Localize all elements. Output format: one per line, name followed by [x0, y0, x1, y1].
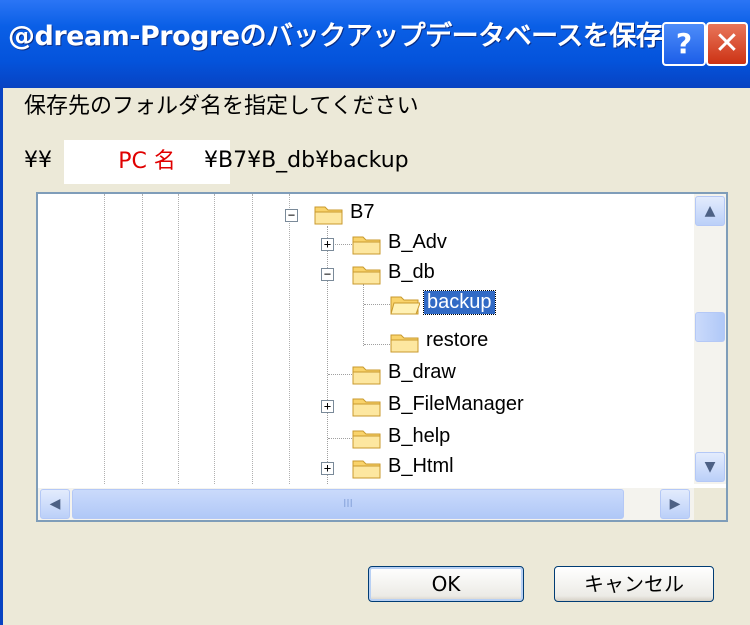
- folder-open-icon: [390, 293, 421, 315]
- tree-connector: [364, 344, 390, 345]
- save-backup-dialog: @dream-Progreのバックアップデータベースを保存 ? ✕ 保存先のフォ…: [0, 0, 750, 625]
- tree-connector: [363, 284, 364, 346]
- folder-tree[interactable]: − B7 + B_Adv − B_db backup restore B_dra…: [36, 192, 728, 522]
- tree-guide-line: [252, 194, 253, 484]
- expand-toggle[interactable]: +: [321, 238, 334, 251]
- close-button[interactable]: ✕: [706, 22, 748, 66]
- help-button[interactable]: ?: [662, 22, 706, 66]
- collapse-toggle[interactable]: −: [321, 268, 334, 281]
- scrollbar-corner: [694, 488, 726, 520]
- path-prefix: ¥¥: [24, 148, 52, 173]
- path-suffix: ¥B7¥B_db¥backup: [204, 148, 409, 173]
- tree-item-b-filemanager[interactable]: B_FileManager: [388, 393, 524, 416]
- tree-item-b-adv[interactable]: B_Adv: [388, 231, 447, 254]
- tree-item-b-db[interactable]: B_db: [388, 261, 435, 284]
- tree-guide-line: [104, 194, 105, 484]
- collapse-toggle[interactable]: −: [285, 209, 298, 222]
- ok-button[interactable]: OK: [368, 566, 524, 602]
- folder-icon: [352, 363, 382, 385]
- expand-toggle[interactable]: +: [321, 462, 334, 475]
- folder-icon: [352, 427, 382, 449]
- tree-item-b-draw[interactable]: B_draw: [388, 361, 456, 384]
- tree-item-backup[interactable]: backup: [423, 290, 496, 315]
- tree-item-b7[interactable]: B7: [350, 201, 374, 224]
- folder-icon: [314, 203, 344, 225]
- tree-connector: [327, 226, 328, 484]
- tree-guide-line: [178, 194, 179, 484]
- expand-toggle[interactable]: +: [321, 400, 334, 413]
- tree-guide-line: [142, 194, 143, 484]
- scroll-up-button[interactable]: ▲: [695, 196, 725, 226]
- tree-guide-line: [214, 194, 215, 484]
- folder-icon: [352, 233, 382, 255]
- prompt-text: 保存先のフォルダ名を指定してください: [24, 94, 419, 119]
- folder-icon: [352, 395, 382, 417]
- tree-item-b-html[interactable]: B_Html: [388, 455, 454, 478]
- tree-item-b-help[interactable]: B_help: [388, 425, 450, 448]
- window-title: @dream-Progreのバックアップデータベースを保存: [8, 21, 663, 52]
- folder-icon: [352, 263, 382, 285]
- tree-guide-line: [289, 194, 290, 484]
- vertical-scrollbar[interactable]: ▲ ▼: [694, 194, 726, 484]
- scroll-down-button[interactable]: ▼: [695, 452, 725, 482]
- folder-icon: [390, 331, 420, 353]
- title-bar[interactable]: @dream-Progreのバックアップデータベースを保存 ? ✕: [0, 0, 750, 88]
- cancel-button[interactable]: キャンセル: [554, 566, 714, 602]
- folder-icon: [352, 457, 382, 479]
- scroll-right-button[interactable]: ▶: [660, 489, 690, 519]
- vertical-scroll-thumb[interactable]: [695, 312, 725, 342]
- scroll-left-button[interactable]: ◀: [40, 489, 70, 519]
- horizontal-scroll-thumb[interactable]: III: [72, 489, 624, 519]
- tree-item-restore[interactable]: restore: [426, 329, 488, 352]
- horizontal-scrollbar[interactable]: ◀ III ▶: [38, 488, 694, 520]
- tree-connector: [364, 304, 390, 305]
